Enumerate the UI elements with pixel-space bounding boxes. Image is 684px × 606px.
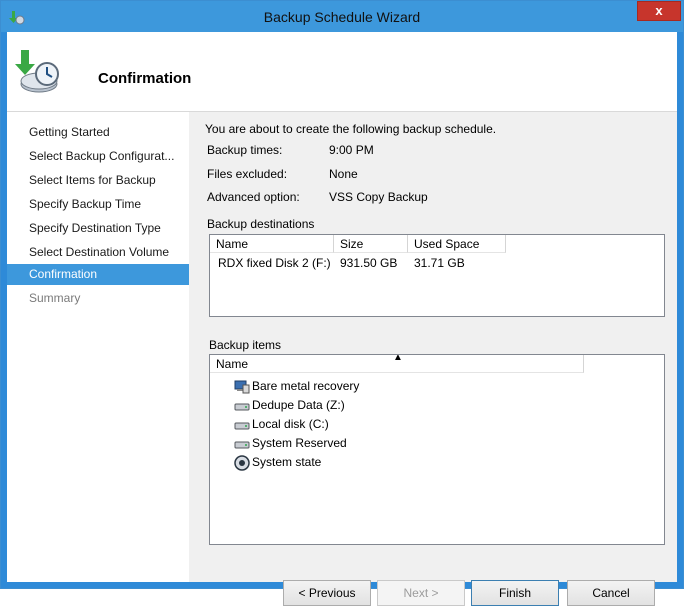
backup-items-list[interactable]: Name ▲ Bare metal recovery Dedupe Data (…	[209, 354, 665, 545]
intro-text: You are about to create the following ba…	[205, 122, 497, 136]
item-bare-metal-recovery[interactable]: Bare metal recovery	[234, 377, 359, 395]
wizard-header: Confirmation	[7, 32, 677, 112]
step-summary: Summary	[29, 291, 81, 305]
wizard-steps: Getting Started Select Backup Configurat…	[7, 112, 189, 582]
step-specify-destination-type[interactable]: Specify Destination Type	[7, 218, 189, 239]
column-name[interactable]: Name	[210, 235, 334, 253]
destination-size[interactable]: 931.50 GB	[340, 256, 397, 270]
window-title: Backup Schedule Wizard	[263, 9, 421, 25]
wizard-window: Backup Schedule Wizard x Confirmation Ge…	[0, 0, 684, 606]
item-dedupe-data[interactable]: Dedupe Data (Z:)	[234, 396, 345, 414]
item-label: System Reserved	[252, 436, 347, 450]
drive-icon	[234, 403, 250, 411]
column-used-space[interactable]: Used Space	[408, 235, 506, 253]
item-label: Dedupe Data (Z:)	[252, 398, 345, 412]
item-label: Local disk (C:)	[252, 417, 329, 431]
step-confirmation[interactable]: Confirmation	[7, 264, 189, 285]
step-select-destination-volume[interactable]: Select Destination Volume	[7, 242, 189, 263]
item-label: Bare metal recovery	[252, 379, 360, 393]
next-button: Next >	[377, 580, 465, 606]
previous-button[interactable]: < Previous	[283, 580, 371, 606]
destinations-heading: Backup destinations	[207, 217, 315, 231]
finish-button[interactable]: Finish	[471, 580, 559, 606]
backup-times-label: Backup times:	[207, 143, 283, 157]
item-system-reserved[interactable]: System Reserved	[234, 434, 347, 452]
step-select-items[interactable]: Select Items for Backup	[7, 170, 189, 191]
destination-used-space[interactable]: 31.71 GB	[414, 256, 465, 270]
advanced-option-value: VSS Copy Backup	[329, 190, 428, 204]
item-local-disk[interactable]: Local disk (C:)	[234, 415, 329, 433]
column-size[interactable]: Size	[334, 235, 408, 253]
item-system-state[interactable]: System state	[234, 453, 321, 471]
bare-metal-icon	[234, 380, 250, 394]
item-label: System state	[252, 455, 322, 469]
system-state-icon	[234, 455, 250, 471]
files-excluded-value: None	[329, 167, 358, 181]
title-bar[interactable]: Backup Schedule Wizard x	[1, 1, 683, 32]
step-specify-backup-time[interactable]: Specify Backup Time	[7, 194, 189, 215]
confirmation-panel: You are about to create the following ba…	[189, 112, 677, 606]
backup-times-value: 9:00 PM	[329, 143, 374, 157]
sort-ascending-icon: ▲	[393, 354, 403, 363]
advanced-option-label: Advanced option:	[207, 190, 300, 204]
wizard-body: Confirmation Getting Started Select Back…	[7, 32, 677, 606]
step-select-backup-configuration[interactable]: Select Backup Configurat...	[7, 146, 189, 167]
cancel-button[interactable]: Cancel	[567, 580, 655, 606]
step-getting-started[interactable]: Getting Started	[7, 122, 189, 143]
destinations-list[interactable]: Name Size Used Space RDX fixed Disk 2 (F…	[209, 234, 665, 317]
files-excluded-label: Files excluded:	[207, 167, 288, 181]
destination-name[interactable]: RDX fixed Disk 2 (F:)	[218, 256, 331, 270]
backup-schedule-icon	[15, 50, 59, 93]
drive-icon	[234, 441, 250, 449]
close-button[interactable]: x	[637, 1, 681, 21]
backup-items-heading: Backup items	[209, 338, 282, 352]
page-title: Confirmation	[98, 70, 192, 87]
drive-icon	[234, 422, 250, 430]
